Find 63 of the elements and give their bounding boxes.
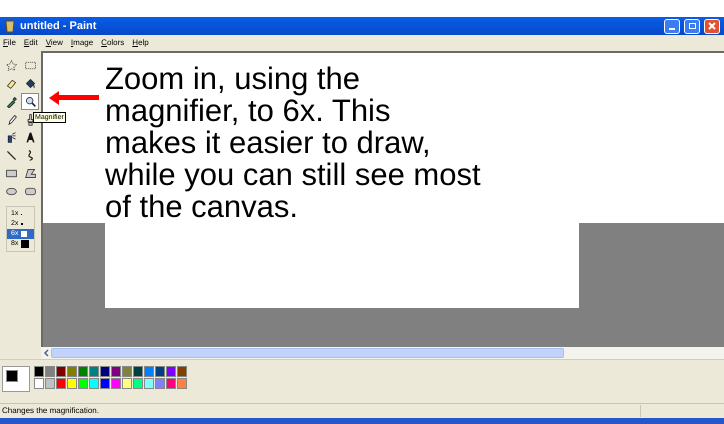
status-text: Changes the magnification. [1,405,100,417]
tool-button[interactable] [21,93,39,110]
eyedropper-icon [4,95,18,108]
arrow-drawing [47,89,101,107]
ellipse-icon [4,185,18,198]
palette-swatch[interactable] [45,366,55,377]
palette-swatch[interactable] [177,378,187,389]
palette-swatch[interactable] [166,378,176,389]
menu-item[interactable]: File [3,37,16,49]
polygon-icon [24,167,36,180]
close-button[interactable] [704,18,720,34]
palette-swatch[interactable] [155,378,165,389]
menu-item[interactable]: Image [70,37,94,49]
canvas-text-line: of the canvas. [105,191,298,223]
canvas-text-line: magnifier, to 6x. This [105,95,390,127]
close-icon [708,22,716,30]
canvas-text-line: while you can still see most [105,159,481,191]
palette-swatch[interactable] [100,378,110,389]
palette-swatch[interactable] [34,378,44,389]
palette-swatch[interactable] [122,378,132,389]
palette-swatch[interactable] [89,378,99,389]
palette-swatch[interactable] [100,366,110,377]
paint-bucket-icon [4,19,16,33]
free-select-icon [4,59,18,72]
palette-swatch[interactable] [78,378,88,389]
palette-swatch[interactable] [122,366,132,377]
minimize-button[interactable] [664,18,680,34]
palette-swatch[interactable] [34,366,44,377]
line-icon [4,149,18,162]
palette-swatch[interactable] [67,366,77,377]
palette-swatch[interactable] [177,366,187,377]
palette-swatch[interactable] [133,366,143,377]
palette-swatch[interactable] [133,378,143,389]
palette-swatch[interactable] [155,366,165,377]
scroll-left-icon[interactable] [43,349,49,357]
menu-item[interactable]: View [46,37,63,49]
palette-swatch[interactable] [111,366,121,377]
palette-swatch[interactable] [78,366,88,377]
horizontal-scrollbar[interactable] [41,347,724,359]
bucket-icon [24,77,36,90]
canvas-text-line: makes it easier to draw, [105,127,431,159]
select-icon [24,59,36,72]
canvas-text-line: Zoom in, using the [105,63,360,95]
palette-swatch[interactable] [144,366,154,377]
palette-swatch[interactable] [111,378,121,389]
rectangle-icon [4,167,18,180]
rounded-rectangle-icon [24,185,36,198]
palette-swatch[interactable] [56,366,66,377]
current-colors[interactable] [2,366,30,392]
palette-swatch[interactable] [144,378,154,389]
palette-swatch[interactable] [67,378,77,389]
window-title: untitled - Paint [20,18,96,34]
menu-item[interactable]: Help [132,37,149,49]
magnifier-icon [24,95,36,108]
restore-button[interactable] [684,18,700,34]
eraser-icon [4,77,18,90]
palette-swatch[interactable] [89,366,99,377]
palette-swatch[interactable] [45,378,55,389]
text-tool-icon [24,131,36,144]
menu-item[interactable]: Edit [24,37,38,49]
menu-item[interactable]: Colors [101,37,124,49]
palette-swatch[interactable] [166,366,176,377]
palette-swatch[interactable] [56,378,66,389]
